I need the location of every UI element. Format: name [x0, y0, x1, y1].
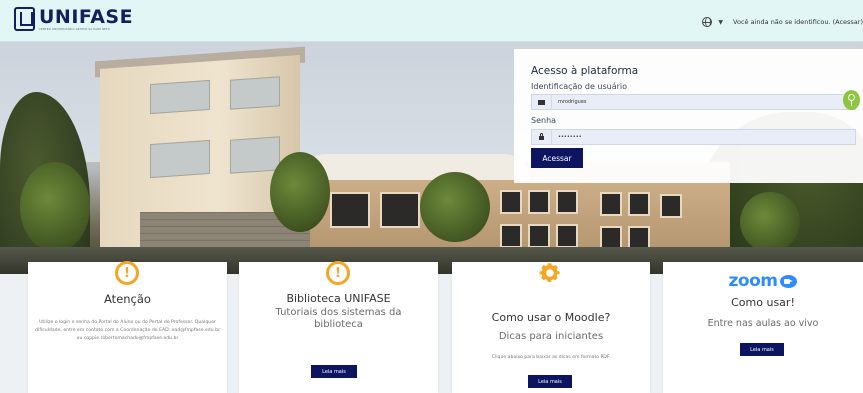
password-input[interactable]: [552, 134, 842, 140]
language-globe-icon[interactable]: [702, 17, 713, 27]
read-more-button[interactable]: Leia mais: [740, 343, 784, 356]
card-subtitle: Entre nas aulas ao vivo: [707, 318, 819, 329]
card-subtitle: Dicas para iniciantes: [498, 331, 604, 342]
card-title: Como usar o Moodle?: [491, 311, 611, 324]
username-input[interactable]: [552, 99, 842, 105]
login-status-link[interactable]: Você ainda não se identificou. (Acessar): [733, 18, 863, 26]
envelope-icon: [532, 95, 552, 109]
logo-tagline: CENTRO UNIVERSITÁRIO ARTHUR SÁ EARP NETO: [39, 28, 111, 31]
card-moodle: Como usar o Moodle? Dicas para iniciante…: [452, 262, 650, 393]
password-manager-key-icon[interactable]: [843, 90, 860, 110]
top-navbar: UNIFASE CENTRO UNIVERSITÁRIO ARTHUR SÁ E…: [0, 0, 863, 42]
card-title: Biblioteca UNIFASE: [286, 292, 391, 305]
login-panel: Acesso à plataforma Identificação de usu…: [514, 49, 863, 183]
card-subtitle: Tutoriais dos sistemas da biblioteca: [275, 307, 402, 330]
password-label: Senha: [531, 116, 557, 125]
card-title: Atenção: [104, 292, 151, 306]
login-info: ▼ Você ainda não se identificou. (Acessa…: [702, 17, 863, 27]
card-atencao: ! Atenção Utilize o login e senha do Por…: [28, 261, 227, 393]
read-more-button[interactable]: Leia mais: [528, 375, 572, 388]
logo-name: UNIFASE: [39, 6, 134, 28]
card-title: Como usar!: [731, 296, 795, 309]
login-title: Acesso à plataforma: [531, 65, 639, 77]
zoom-logo: zoom: [663, 271, 863, 291]
card-biblioteca: ! Biblioteca UNIFASE Tutoriais dos siste…: [239, 261, 438, 393]
page: UNIFASE CENTRO UNIVERSITÁRIO ARTHUR SÁ E…: [0, 0, 863, 393]
lock-icon: [532, 130, 552, 144]
read-more-button[interactable]: Leia mais: [311, 365, 357, 378]
card-body: Clique abaixo para baixar as dicas em fo…: [491, 355, 611, 360]
password-field[interactable]: [531, 129, 856, 145]
warning-icon: !: [115, 261, 139, 285]
card-zoom: zoom Como usar! Entre nas aulas ao vivo …: [663, 262, 863, 393]
gear-icon: [539, 263, 560, 282]
card-body: Utilize o login e senha do Portal do Alu…: [35, 320, 220, 341]
chevron-down-icon[interactable]: ▼: [718, 19, 723, 26]
username-label: Identificação de usuário: [531, 82, 628, 91]
warning-icon: !: [326, 261, 350, 285]
unifase-logo-icon: [14, 7, 35, 31]
video-camera-icon: [780, 274, 798, 288]
zoom-logo-text: zoom: [728, 271, 778, 291]
username-field[interactable]: [531, 94, 856, 110]
unifase-logo[interactable]: UNIFASE CENTRO UNIVERSITÁRIO ARTHUR SÁ E…: [14, 7, 133, 31]
login-button[interactable]: Acessar: [531, 148, 583, 168]
